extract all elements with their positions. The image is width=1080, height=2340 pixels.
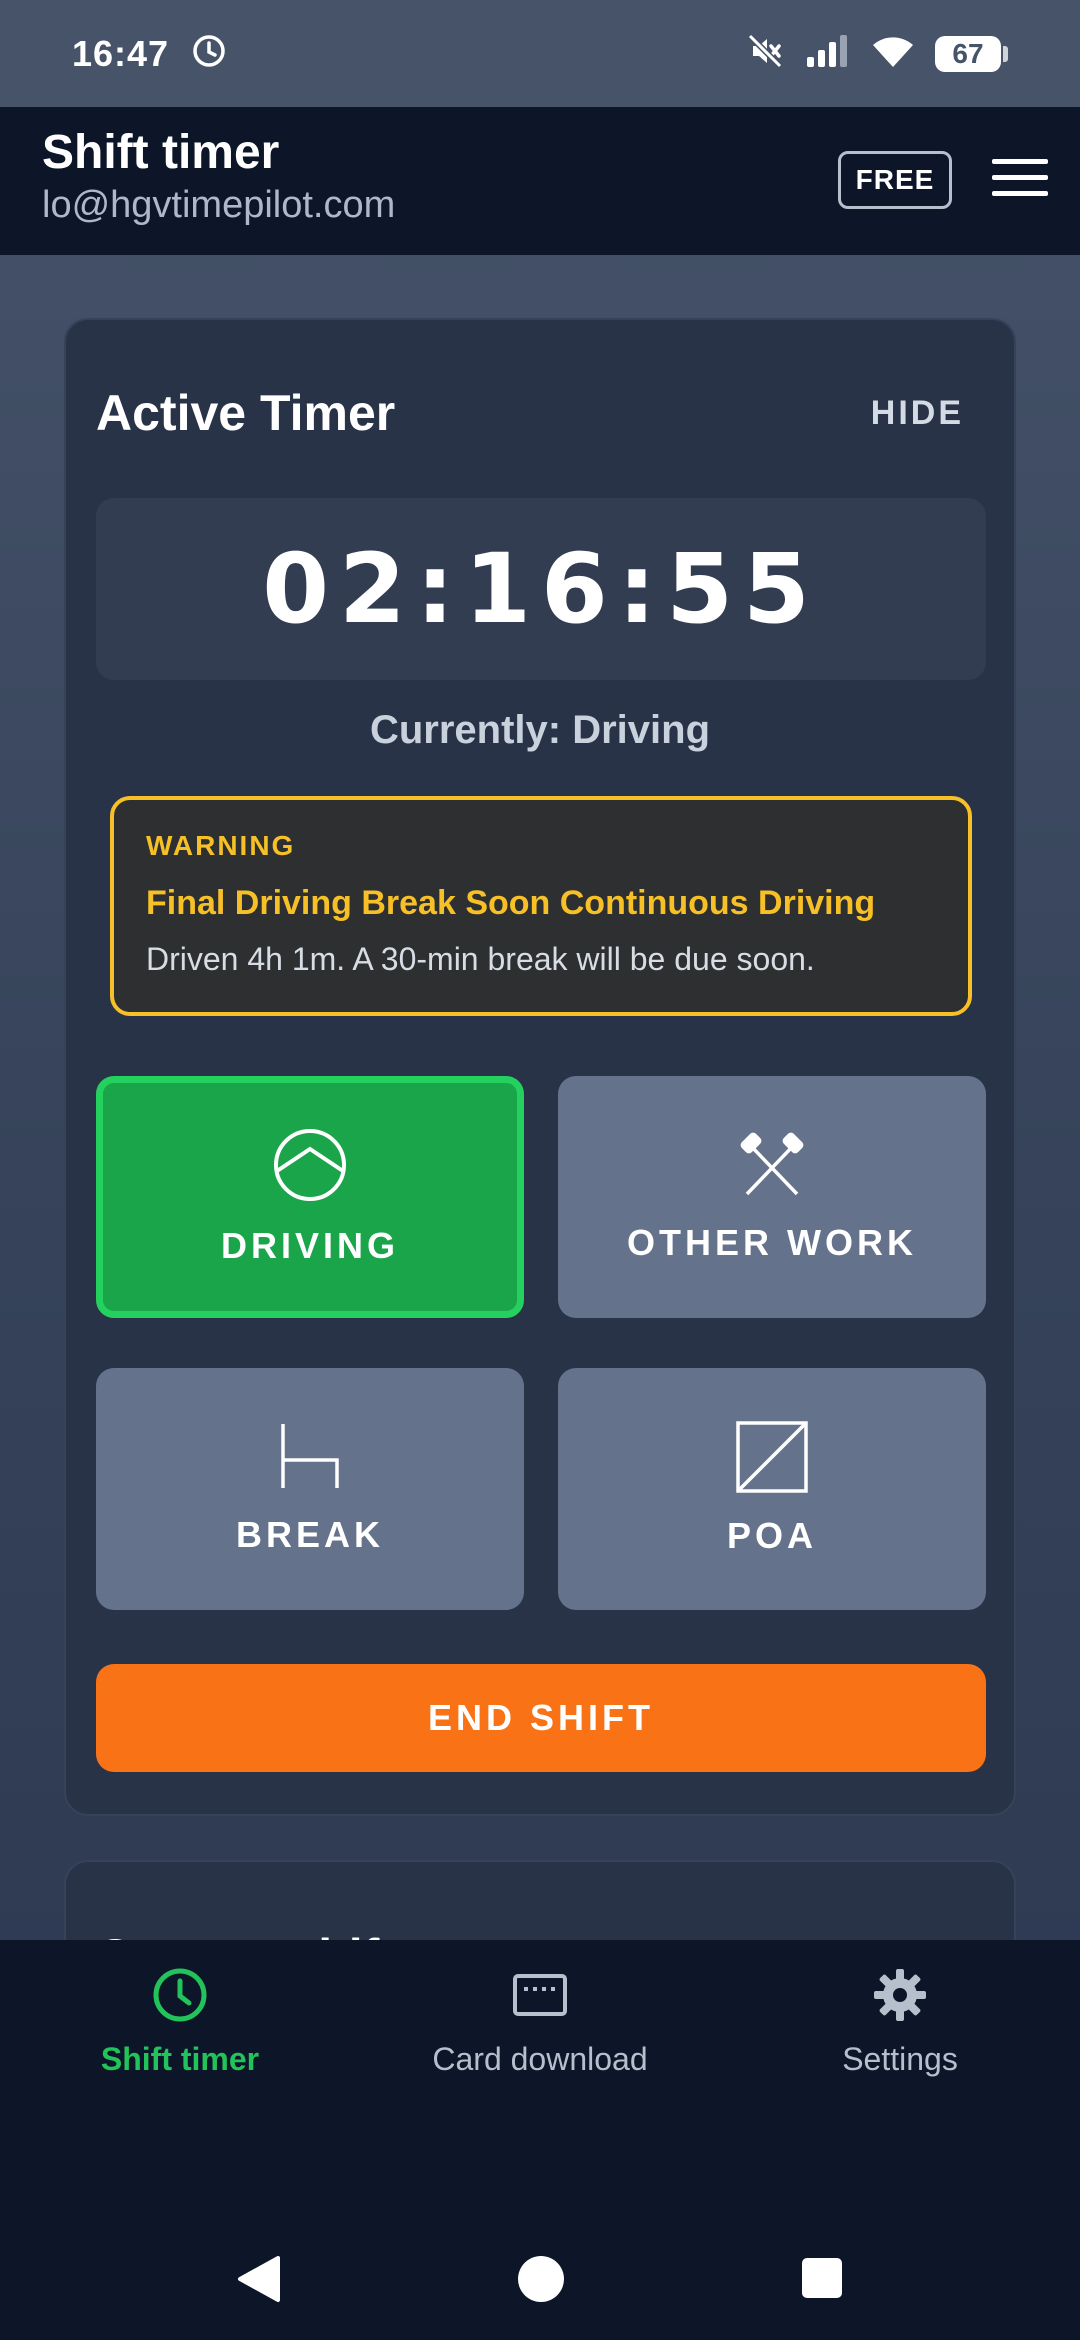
battery-level: 67 — [935, 35, 1001, 72]
plan-badge[interactable]: FREE — [838, 151, 952, 209]
poa-button[interactable]: POA — [558, 1368, 986, 1610]
nav-settings-label: Settings — [842, 2041, 958, 2077]
availability-box-icon — [736, 1421, 808, 1493]
warning-banner: WARNING Final Driving Break Soon Continu… — [110, 796, 972, 1016]
hide-button[interactable]: HIDE — [871, 394, 964, 433]
warning-label: WARNING — [146, 830, 296, 861]
hamburger-menu-icon[interactable] — [992, 159, 1048, 199]
recents-icon[interactable] — [800, 2256, 844, 2305]
nav-shift-timer[interactable]: Shift timer — [30, 1966, 330, 2078]
card-reader-icon — [511, 1966, 569, 2029]
wifi-icon — [871, 33, 915, 74]
mute-icon — [745, 31, 785, 76]
signal-icon — [805, 33, 851, 74]
nav-settings[interactable]: Settings — [750, 1966, 1050, 2078]
app-bar: Shift timer lo@hgvtimepilot.com FREE — [0, 107, 1080, 255]
other-work-label: OTHER WORK — [627, 1222, 917, 1263]
battery-icon: 67 — [935, 35, 1008, 72]
active-timer-card: Active Timer HIDE 02:16:55 Currently: Dr… — [64, 318, 1016, 1816]
steering-wheel-icon — [272, 1127, 348, 1203]
warning-text: Driven 4h 1m. A 30-min break will be due… — [146, 941, 815, 977]
other-work-button[interactable]: OTHER WORK — [558, 1076, 986, 1318]
break-button[interactable]: BREAK — [96, 1368, 524, 1610]
screen: 16:47 67 Shift timer lo@hgvtimepilot.com — [0, 0, 1080, 2340]
clock-icon — [151, 1966, 209, 2029]
status-bar: 16:47 67 — [0, 0, 1080, 107]
gear-icon — [871, 1966, 929, 2029]
nav-shift-timer-label: Shift timer — [100, 2041, 260, 2077]
nav-card-download-label: Card download — [432, 2041, 648, 2077]
poa-label: POA — [726, 1515, 817, 1556]
warning-heading: Final Driving Break Soon Continuous Driv… — [146, 884, 876, 922]
status-time: 16:47 — [72, 32, 170, 74]
driving-button[interactable]: DRIVING — [96, 1076, 524, 1318]
home-icon[interactable] — [516, 2254, 566, 2309]
alarm-icon — [191, 33, 227, 74]
timer-clock: 02:16:55 — [262, 533, 820, 645]
back-icon[interactable] — [234, 2254, 282, 2309]
end-shift-button[interactable]: END SHIFT — [96, 1664, 986, 1772]
nav-card-download[interactable]: Card download — [390, 1966, 690, 2078]
active-timer-title: Active Timer — [96, 385, 396, 441]
break-label: BREAK — [235, 1514, 384, 1555]
driving-label: DRIVING — [220, 1225, 399, 1266]
crossed-hammers-icon — [737, 1130, 807, 1200]
system-navigation — [0, 2210, 1080, 2340]
current-status: Currently: Driving — [369, 708, 711, 752]
timer-display: 02:16:55 — [96, 498, 986, 680]
bed-icon — [275, 1422, 345, 1492]
